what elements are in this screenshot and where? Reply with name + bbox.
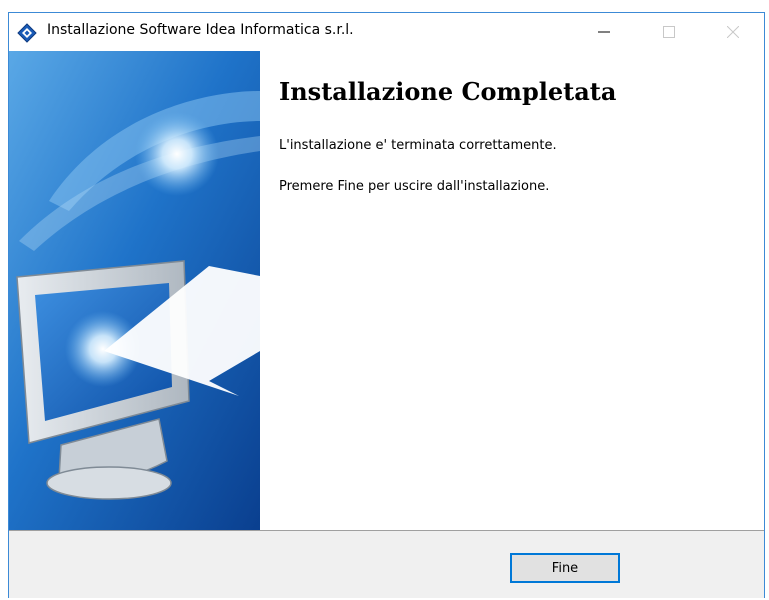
title-bar[interactable]: Installazione Software Idea Informatica … (9, 13, 764, 51)
minimize-button[interactable] (581, 13, 627, 51)
wizard-sidebar-image (9, 51, 260, 530)
page-title: Installazione Completata (279, 77, 617, 106)
app-diamond-icon (17, 23, 37, 43)
maximize-icon (663, 26, 675, 38)
finish-button[interactable]: Fine (510, 553, 620, 583)
window-title: Installazione Software Idea Informatica … (47, 22, 354, 38)
installer-window: Installazione Software Idea Informatica … (8, 12, 765, 598)
close-icon (727, 26, 739, 38)
completion-message: L'installazione e' terminata correttamen… (279, 138, 557, 153)
minimize-icon (598, 31, 610, 33)
maximize-button[interactable] (646, 13, 692, 51)
close-button[interactable] (710, 13, 756, 51)
exit-instruction: Premere Fine per uscire dall'installazio… (279, 179, 550, 194)
button-bar: Fine (9, 530, 764, 598)
